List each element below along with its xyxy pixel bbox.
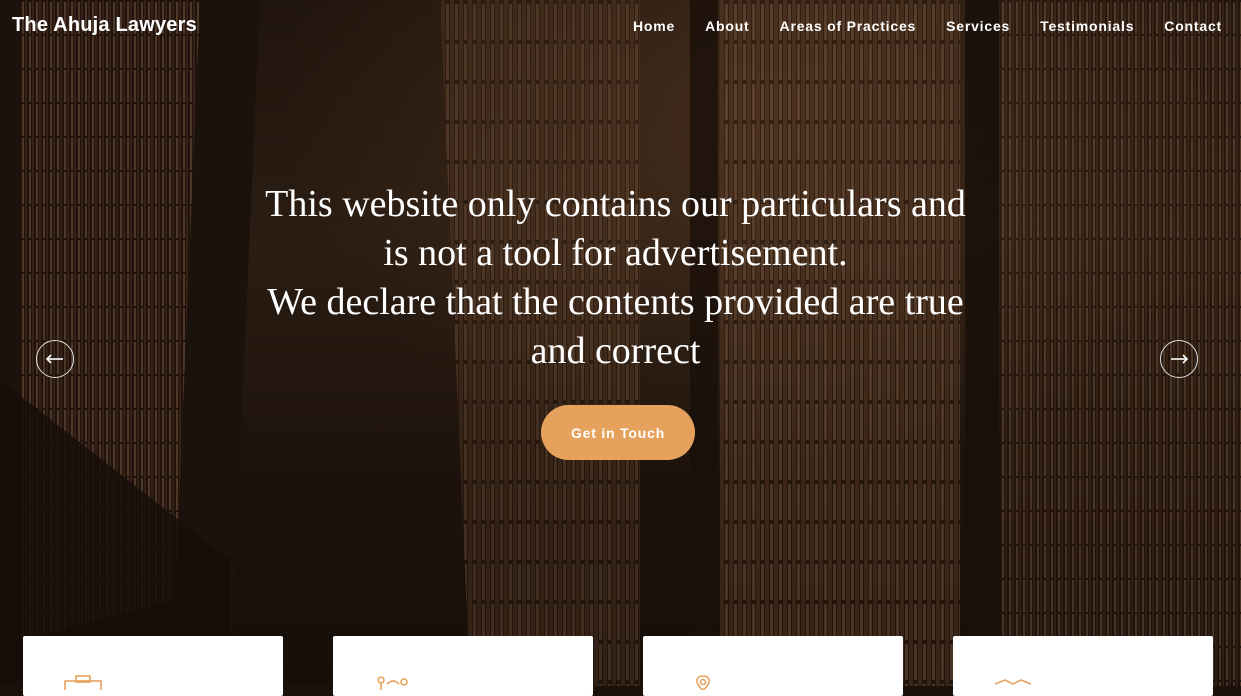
nav-areas-of-practices[interactable]: Areas of Practices (780, 18, 917, 34)
nav-about[interactable]: About (705, 18, 749, 34)
nav-home[interactable]: Home (633, 18, 675, 34)
location-pin-icon (696, 675, 710, 690)
slider-prev-button[interactable] (36, 340, 74, 378)
practice-card-3[interactable] (643, 636, 903, 696)
get-in-touch-button[interactable]: Get in Touch (541, 405, 695, 460)
nav-services[interactable]: Services (946, 18, 1010, 34)
arrow-left-icon (45, 354, 63, 364)
hero-disclaimer-line-1: This website only contains our particula… (265, 183, 966, 274)
brand-logo[interactable]: The Ahuja Lawyers (12, 14, 197, 37)
hero-headline: This website only contains our particula… (250, 180, 981, 376)
arrow-right-icon (1171, 354, 1189, 364)
nav-testimonials[interactable]: Testimonials (1040, 18, 1134, 34)
scales-icon (377, 676, 408, 690)
nav-contact[interactable]: Contact (1164, 18, 1222, 34)
slider-next-button[interactable] (1160, 340, 1198, 378)
practice-card-4[interactable] (953, 636, 1213, 696)
briefcase-icon (64, 675, 102, 690)
practice-card-1[interactable] (23, 636, 283, 696)
main-nav: Home About Areas of Practices Services T… (633, 18, 1222, 34)
handshake-icon (994, 679, 1032, 685)
practice-card-2[interactable] (333, 636, 593, 696)
hero-disclaimer-line-2: We declare that the contents provided ar… (267, 281, 964, 372)
